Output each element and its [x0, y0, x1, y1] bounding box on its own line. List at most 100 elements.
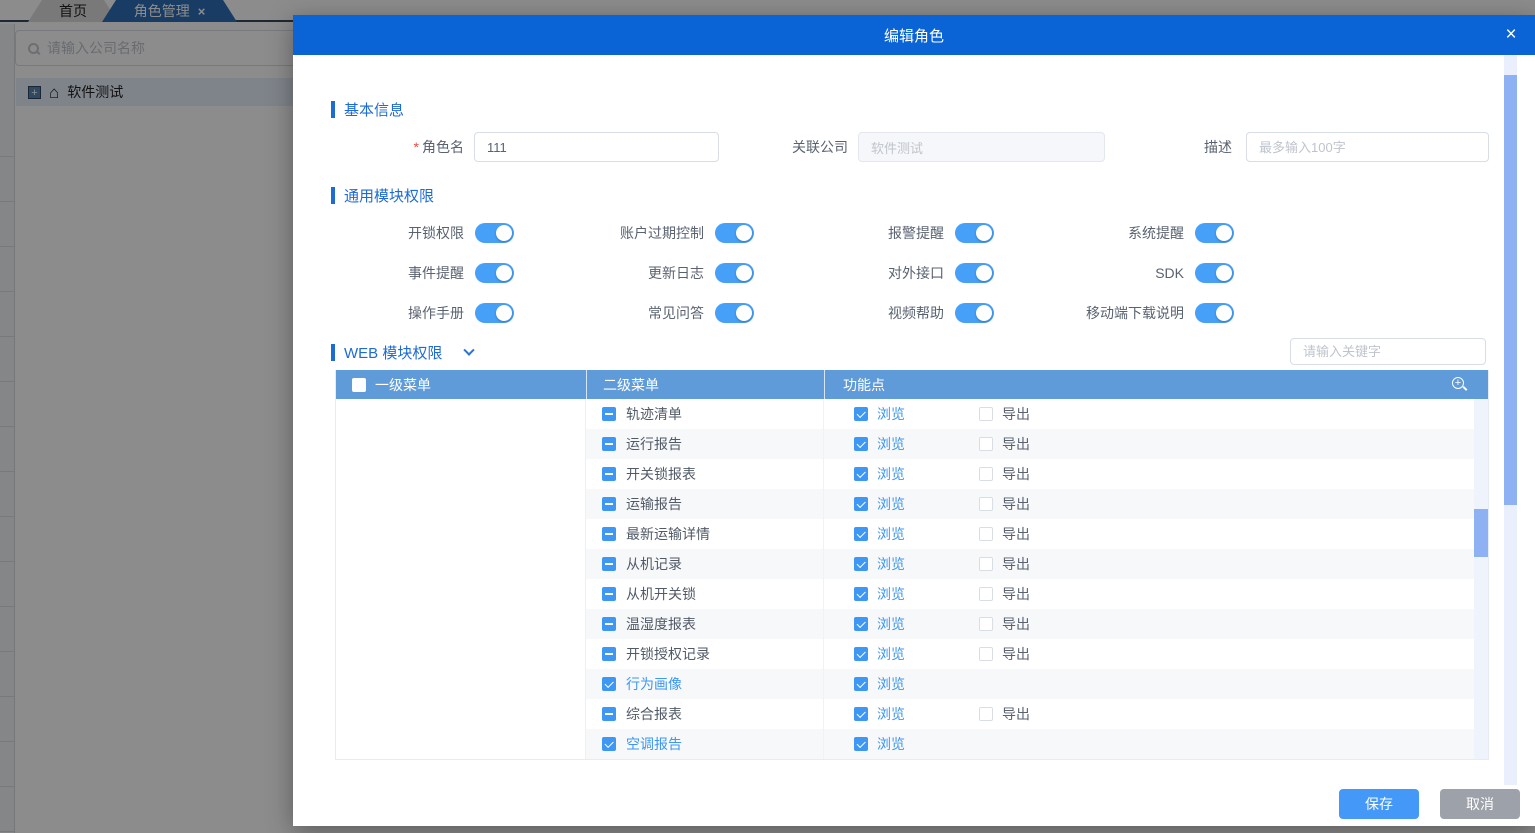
perm-checkbox[interactable] [979, 557, 993, 571]
function-cell: 浏览 导出 [824, 429, 1488, 459]
perm-checkbox[interactable] [979, 497, 993, 511]
toggle-switch[interactable] [955, 223, 994, 243]
menu-label: 温湿度报表 [626, 616, 696, 632]
close-icon[interactable]: × [1501, 25, 1521, 45]
toggle-switch[interactable] [955, 303, 994, 323]
perm-checkbox[interactable] [854, 527, 868, 541]
toggle-switch[interactable] [715, 303, 754, 323]
menu-label: 运行报告 [626, 436, 682, 452]
toggle-cell: 操作手册 [331, 293, 571, 333]
description-label: 描述 [1204, 139, 1232, 155]
toggle-switch[interactable] [1195, 263, 1234, 283]
perm-checkbox[interactable] [854, 647, 868, 661]
role-name-field[interactable] [474, 132, 719, 162]
function-cell: 浏览 导出 [824, 579, 1488, 609]
menu-label: 空调报告 [626, 736, 682, 752]
description-field[interactable] [1246, 132, 1489, 162]
perm-checkbox[interactable] [854, 557, 868, 571]
perm-checkbox[interactable] [854, 587, 868, 601]
perm-label: 导出 [1002, 406, 1030, 422]
perm-checkbox[interactable] [979, 707, 993, 721]
menu-checkbox[interactable] [602, 707, 616, 721]
menu-label: 从机开关锁 [626, 586, 696, 602]
perm-checkbox[interactable] [854, 467, 868, 481]
keyword-search-input[interactable] [1290, 338, 1486, 365]
save-button[interactable]: 保存 [1339, 789, 1419, 819]
table-scrollbar-thumb[interactable] [1474, 509, 1488, 557]
function-item: 浏览 [854, 464, 979, 484]
menu-checkbox[interactable] [602, 677, 616, 691]
toggle-switch[interactable] [475, 303, 514, 323]
section-bar [331, 101, 335, 118]
toggle-switch[interactable] [955, 263, 994, 283]
menu-checkbox[interactable] [602, 557, 616, 571]
company-field [858, 132, 1105, 162]
basic-info-title-text: 基本信息 [344, 102, 405, 119]
perm-label: 导出 [1002, 556, 1030, 572]
perm-checkbox[interactable] [854, 737, 868, 751]
perm-label: 导出 [1002, 526, 1030, 542]
cancel-button[interactable]: 取消 [1440, 789, 1520, 819]
zoom-in-icon[interactable] [1452, 377, 1464, 389]
common-permissions-title-text: 通用模块权限 [344, 188, 435, 205]
perm-checkbox[interactable] [854, 407, 868, 421]
toggle-label: 移动端下载说明 [1086, 305, 1184, 321]
menu-checkbox[interactable] [602, 647, 616, 661]
perm-checkbox[interactable] [979, 647, 993, 661]
second-level-cell: 运行报告 [586, 429, 824, 459]
menu-checkbox[interactable] [602, 737, 616, 751]
function-item: 浏览 [854, 554, 979, 574]
perm-checkbox[interactable] [854, 437, 868, 451]
function-item: 浏览 [854, 644, 979, 664]
toggle-switch[interactable] [475, 223, 514, 243]
table-row: 运输报告 浏览 导出 [336, 489, 1488, 519]
toggle-label: 账户过期控制 [620, 225, 704, 241]
perm-checkbox[interactable] [979, 617, 993, 631]
menu-checkbox[interactable] [602, 437, 616, 451]
function-item: 导出 [979, 434, 1104, 454]
perm-label: 导出 [1002, 496, 1030, 512]
menu-checkbox[interactable] [602, 587, 616, 601]
menu-checkbox[interactable] [602, 617, 616, 631]
second-level-cell: 综合报表 [586, 699, 824, 729]
toggle-switch[interactable] [475, 263, 514, 283]
toggle-label: 报警提醒 [888, 225, 944, 241]
function-item: 导出 [979, 494, 1104, 514]
toggle-switch[interactable] [1195, 303, 1234, 323]
table-row: 最新运输详情 浏览 导出 [336, 519, 1488, 549]
function-item: 导出 [979, 404, 1104, 424]
toggle-switch[interactable] [715, 223, 754, 243]
second-level-cell: 开关锁报表 [586, 459, 824, 489]
perm-checkbox[interactable] [979, 407, 993, 421]
perm-checkbox[interactable] [979, 527, 993, 541]
modal-scrollbar-thumb[interactable] [1504, 75, 1517, 505]
table-row: 轨迹清单 浏览 导出 [336, 399, 1488, 429]
perm-label: 浏览 [877, 466, 905, 482]
perm-checkbox[interactable] [854, 677, 868, 691]
menu-checkbox[interactable] [602, 407, 616, 421]
perm-label: 浏览 [877, 706, 905, 722]
function-item: 导出 [979, 464, 1104, 484]
perm-checkbox[interactable] [854, 617, 868, 631]
table-row: 综合报表 浏览 导出 [336, 699, 1488, 729]
toggle-switch[interactable] [1195, 223, 1234, 243]
menu-checkbox[interactable] [602, 497, 616, 511]
table-scrollbar-track[interactable] [1474, 399, 1488, 759]
function-item: 浏览 [854, 404, 979, 424]
select-all-checkbox[interactable] [352, 377, 366, 392]
first-level-cell [336, 609, 586, 639]
function-item: 导出 [979, 704, 1104, 724]
perm-checkbox[interactable] [979, 587, 993, 601]
toggle-switch[interactable] [715, 263, 754, 283]
perm-checkbox[interactable] [979, 467, 993, 481]
function-cell: 浏览 导出 [824, 639, 1488, 669]
perm-checkbox[interactable] [854, 497, 868, 511]
menu-checkbox[interactable] [602, 467, 616, 481]
perm-checkbox[interactable] [979, 437, 993, 451]
perm-checkbox[interactable] [854, 707, 868, 721]
chevron-down-icon[interactable] [463, 344, 476, 356]
menu-checkbox[interactable] [602, 527, 616, 541]
toggle-cell: 事件提醒 [331, 253, 571, 293]
first-level-cell [336, 459, 586, 489]
modal-scrollbar-track[interactable] [1504, 55, 1517, 785]
